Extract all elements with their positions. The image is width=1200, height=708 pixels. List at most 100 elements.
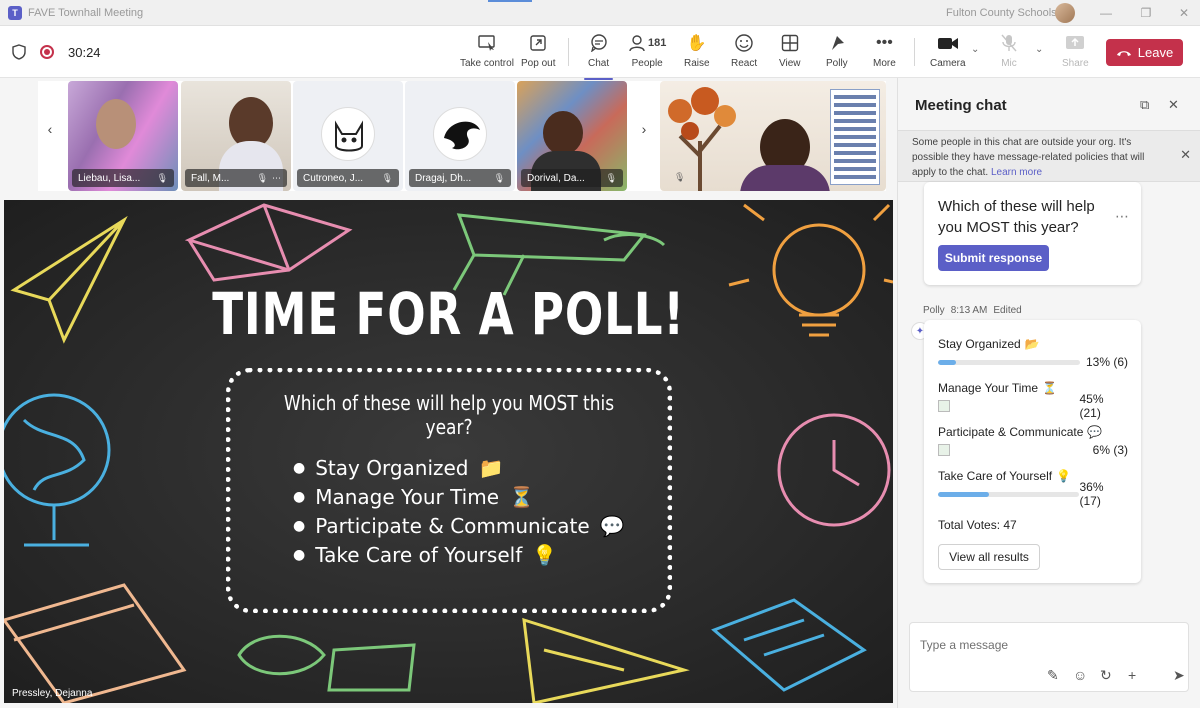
participant-tile[interactable]: Liebau, Lisa... 🎙 [68,81,178,191]
shield-icon [12,44,26,60]
shared-content-stage: TIME FOR A POLL! Which of these will hel… [4,200,893,703]
format-icon[interactable]: ✎ [1047,667,1059,684]
send-icon[interactable]: ➤ [1173,667,1185,684]
dismiss-notice-icon[interactable]: ✕ [1180,147,1191,162]
mic-button[interactable]: Mic [1001,32,1017,76]
message-author: Polly [923,305,945,316]
message-meta: Polly 8:13 AM Edited [923,305,1022,316]
teams-app-icon: T [8,5,22,20]
close-window-icon[interactable]: ✕ [1176,5,1192,21]
meeting-chat-panel: Meeting chat ⧉ ✕ Some people in this cha… [897,78,1200,708]
slide-options: ● Stay Organized 📁 ● Manage Your Time ⏳ ● Par… [293,453,625,569]
view-button[interactable]: View [779,32,801,76]
speech-bubble-icon: 💬 [599,513,625,538]
result-percent: 45% (21) [1079,392,1104,420]
result-bar [938,491,1080,497]
more-dots-icon[interactable]: ⋯ [272,173,281,184]
result-percent: 6% (3) [1092,443,1128,457]
window-titlebar: T FAVE Townhall Meeting Fulton County Sc… [0,0,1200,26]
mic-icon: 🎙 [605,172,617,183]
mic-off-icon [1001,32,1017,54]
mic-icon: 🎙 [156,172,168,183]
message-input-placeholder: Type a message [920,638,1009,652]
message-time: 8:13 AM [950,305,988,316]
presenter-name: Pressley, Dejanna [12,688,93,699]
participant-tile[interactable]: Dragaj, Dh... 🎙 [405,81,515,191]
speech-bubble-icon: 💬 [1087,425,1103,439]
camera-options-chevron-icon[interactable]: ⌄ [971,44,979,55]
hourglass-icon: ⏳ [509,484,534,509]
mic-options-chevron-icon[interactable]: ⌄ [1035,44,1043,55]
message-composer[interactable]: Type a message ✎ ☺ ↻ + ➤ [909,622,1189,692]
poll-result-option: Take Care of Yourself 💡 36% (17) [938,468,1128,508]
restore-icon[interactable]: ❐ [1138,5,1154,21]
more-button[interactable]: ••• More [873,32,896,76]
lightbulb-icon: 💡 [1056,469,1072,483]
org-name: Fulton County Schools [946,7,1057,19]
camera-button[interactable]: Camera [930,32,966,76]
window-title: FAVE Townhall Meeting [28,6,144,19]
view-all-results-button[interactable]: View all results [938,544,1040,570]
minimize-icon[interactable]: — [1098,5,1114,21]
participant-tile[interactable]: Cutroneo, J... 🎙 [293,81,403,191]
recording-icon [40,45,54,59]
take-control-icon [477,32,497,54]
phone-hangup-icon [1116,50,1131,56]
take-control-button[interactable]: Take control [460,32,514,76]
pop-out-button[interactable]: Pop out [521,32,555,76]
slide-option: ● Take Care of Yourself 💡 [293,542,558,567]
raise-hand-button[interactable]: ✋ Raise [684,32,710,76]
slide-option: ● Participate & Communicate 💬 [293,513,625,538]
mic-icon: 🎙 [493,172,505,183]
submit-response-button[interactable]: Submit response [938,245,1049,271]
result-bar [938,359,1080,365]
more-dots-icon[interactable]: ⋯ [1115,208,1129,225]
polly-icon [828,32,846,54]
participant-tile[interactable]: 🎙 [660,81,886,191]
external-org-notice: Some people in this chat are outside you… [898,130,1200,182]
poll-result-option: Manage Your Time ⏳ 45% (21) [938,380,1128,420]
result-percent: 36% (17) [1079,480,1104,508]
broken-image-icon [938,399,1079,413]
active-window-indicator [488,0,532,2]
leave-button[interactable]: Leave [1106,39,1183,66]
react-button[interactable]: React [731,32,757,76]
slide-question: Which of these will help you MOST this y… [283,391,615,439]
mic-icon: 🎙 [256,172,268,183]
avatar [433,107,487,161]
user-avatar[interactable] [1055,3,1075,23]
add-icon[interactable]: + [1128,667,1136,683]
participant-tile[interactable]: Fall, M... 🎙 ⋯ [181,81,291,191]
loop-icon[interactable]: ↻ [1100,667,1112,684]
result-percent: 13% (6) [1085,355,1128,369]
participant-tile[interactable]: Dorival, Da... 🎙 [517,81,627,191]
people-button[interactable]: 181 People [628,32,666,76]
people-count: 181 [648,37,667,49]
share-button[interactable]: Share [1062,32,1089,76]
poll-results-card: Stay Organized 📂 13% (6) Manage Your Time… [924,320,1141,583]
message-edited: Edited [993,305,1022,316]
share-icon [1065,32,1085,54]
mic-icon: 🎙 [674,172,686,182]
folder-icon: 📁 [478,455,504,480]
smiley-icon [735,32,753,54]
pop-out-chat-icon[interactable]: ⧉ [1140,97,1149,113]
mic-icon: 🎙 [381,172,393,183]
emoji-icon[interactable]: ☺ [1073,667,1087,683]
hourglass-icon: ⏳ [1042,381,1058,395]
chat-button[interactable]: Chat [583,32,614,80]
toolbar-divider [914,38,915,66]
poll-question: Which of these will help you MOST this y… [938,198,1095,236]
slide-poll-box: Which of these will help you MOST this y… [226,368,672,613]
strip-next-chevron-icon[interactable]: › [634,121,654,137]
close-chat-icon[interactable]: ✕ [1168,97,1179,113]
learn-more-link[interactable]: Learn more [991,167,1042,178]
poll-result-option: Participate & Communicate 💬 6% (3) [938,425,1128,457]
total-votes: Total Votes: 47 [938,518,1017,532]
slide-title: TIME FOR A POLL! [212,280,685,348]
grid-view-icon [781,32,799,54]
people-icon: 181 [628,32,666,54]
strip-prev-chevron-icon[interactable]: ‹ [40,121,60,137]
lightbulb-icon: 💡 [532,542,558,567]
polly-button[interactable]: Polly [826,32,848,76]
